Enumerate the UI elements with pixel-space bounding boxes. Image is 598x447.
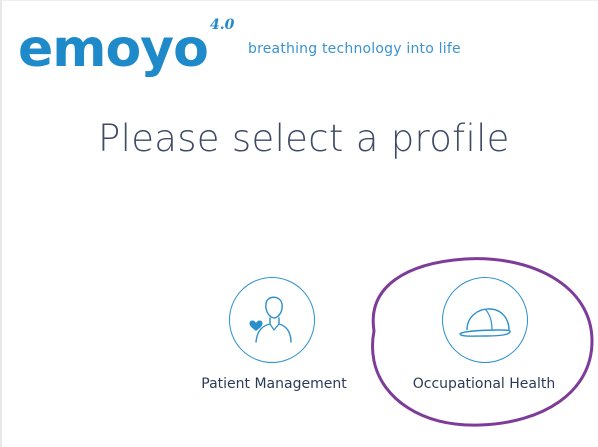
profile-patient-management-circle[interactable]: [229, 277, 315, 363]
logo-version: 4.0: [210, 17, 235, 33]
profile-occupational-health-label: Occupational Health: [412, 376, 556, 392]
profile-occupational-health[interactable]: Occupational Health: [396, 277, 576, 407]
profile-patient-management[interactable]: Patient Management: [183, 277, 363, 407]
logo-wordmark: emoyo: [18, 19, 209, 79]
profile-patient-management-label: Patient Management: [201, 376, 347, 392]
tagline: breathing technology into life: [248, 41, 461, 57]
page-title: Please select a profile: [98, 117, 510, 160]
hard-hat-icon: [459, 308, 511, 337]
profile-occupational-health-circle[interactable]: [442, 277, 528, 363]
person-with-heart-icon: [249, 296, 292, 343]
profile-selection-screen: emoyo 4.0 breathing technology into life…: [0, 0, 598, 447]
